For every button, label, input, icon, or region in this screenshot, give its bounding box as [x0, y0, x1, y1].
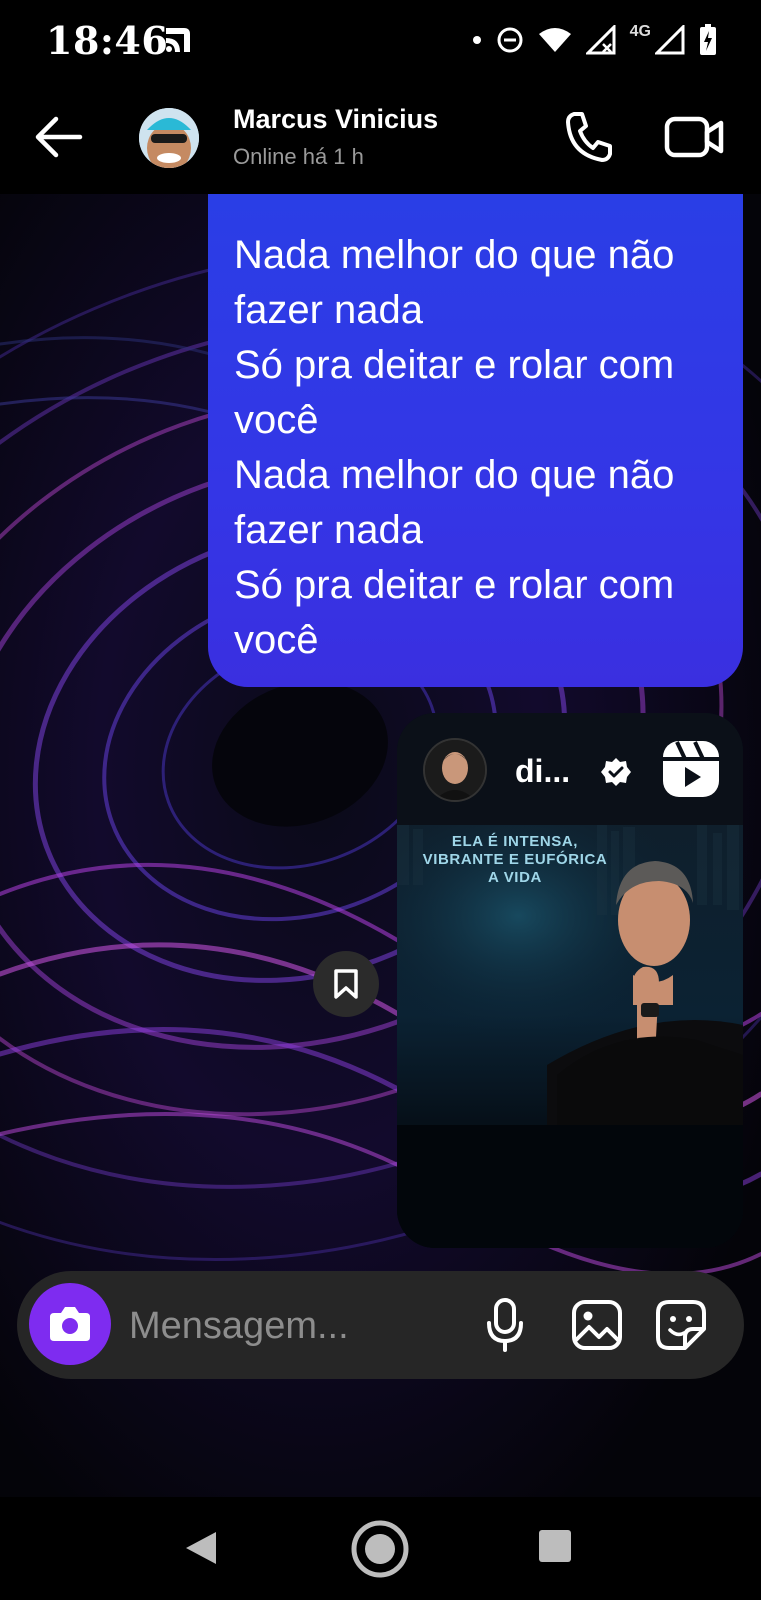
reel-caption: ELA É INTENSA, VIBRANTE E EUFÓRICA A VID…: [417, 833, 613, 887]
message-line: você: [234, 398, 319, 442]
avatar-image: [425, 740, 485, 800]
nav-home-icon[interactable]: [350, 1519, 410, 1579]
network-type-label: 4G: [629, 23, 651, 40]
message-line: Nada melhor do que não: [234, 233, 675, 277]
message-line: Só pra deitar e rolar com: [234, 343, 675, 387]
message-line: você: [234, 618, 319, 662]
back-arrow-icon[interactable]: [30, 112, 86, 162]
message-line: fazer nada: [234, 508, 424, 552]
contact-name[interactable]: Marcus Vinicius: [233, 104, 438, 135]
message-line: fazer nada: [234, 288, 424, 332]
system-navigation-bar: [0, 1497, 761, 1600]
caption-line: ELA É INTENSA,: [451, 833, 579, 850]
reel-author-avatar[interactable]: [423, 738, 487, 802]
cast-icon: [166, 28, 190, 52]
wifi-icon: [538, 28, 571, 52]
contact-status: Online há 1 h: [233, 144, 364, 169]
message-composer: [17, 1271, 744, 1379]
gallery-icon[interactable]: [571, 1299, 623, 1351]
message-line: Só pra deitar e rolar com: [234, 563, 675, 607]
contact-avatar[interactable]: [139, 108, 199, 168]
avatar-image: [139, 108, 199, 168]
message-input[interactable]: [127, 1295, 461, 1357]
reel-username[interactable]: di...: [515, 753, 570, 790]
shared-reel-card[interactable]: di... ELA É INTENSA, VIBRANTE E EUFÓRICA…: [397, 713, 743, 1248]
save-reel-button[interactable]: [313, 951, 379, 1017]
do-not-disturb-icon: [497, 27, 523, 53]
battery-charging-icon: [700, 24, 716, 55]
nav-back-icon[interactable]: [184, 1530, 218, 1566]
microphone-icon[interactable]: [485, 1297, 525, 1353]
message-line: Nada melhor do que não: [234, 453, 675, 497]
camera-icon: [50, 1307, 90, 1341]
reel-video-thumbnail: [397, 825, 743, 1248]
signal-icon: [655, 25, 685, 55]
nav-recent-apps-icon[interactable]: [539, 1530, 571, 1562]
sticker-icon[interactable]: [655, 1299, 707, 1351]
chat-header: Marcus Vinicius Online há 1 h: [0, 82, 761, 194]
dot-icon: [472, 36, 481, 44]
caption-line: VIBRANTE E EUFÓRICA: [422, 851, 608, 868]
status-bar: 18:46 4G: [0, 0, 761, 82]
status-time: 18:46: [46, 18, 169, 63]
camera-button[interactable]: [29, 1283, 111, 1365]
signal-no-service-icon: [585, 25, 616, 55]
outgoing-text-message[interactable]: Nada melhor do que não fazer nada Só pra…: [208, 194, 743, 687]
reel-header: di...: [397, 713, 743, 825]
bookmark-icon: [334, 969, 358, 999]
phone-icon[interactable]: [562, 108, 614, 166]
video-camera-icon[interactable]: [664, 112, 724, 162]
verified-badge-icon: [601, 758, 631, 786]
reels-icon[interactable]: [661, 739, 721, 799]
caption-line: A VIDA: [488, 869, 542, 886]
